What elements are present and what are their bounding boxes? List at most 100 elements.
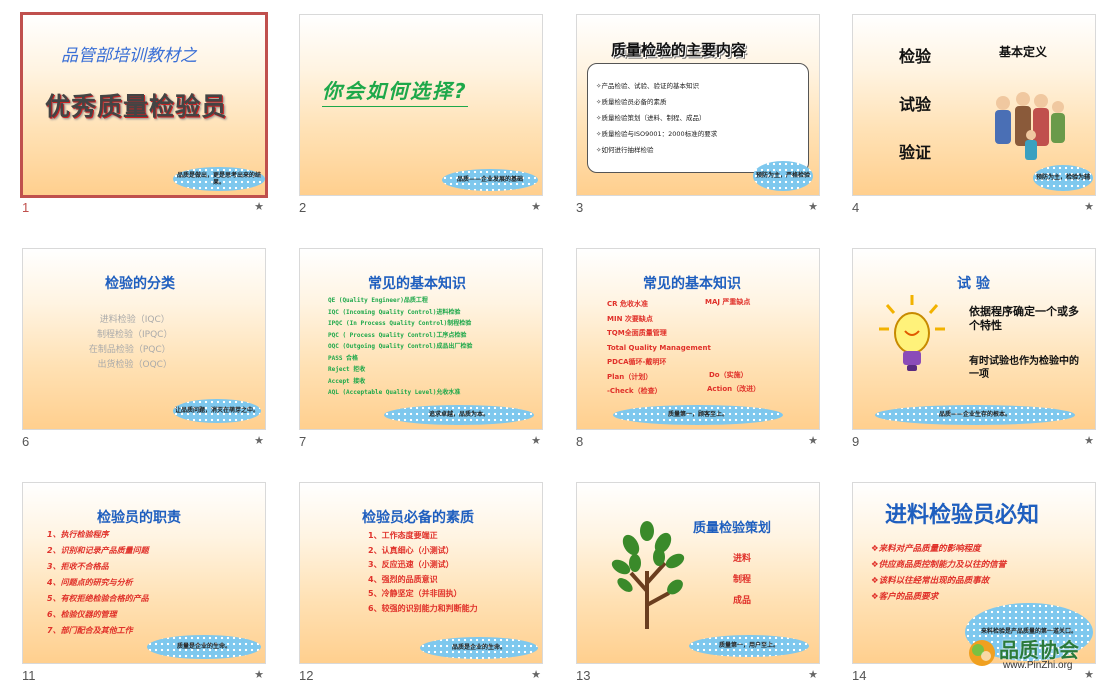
definition-text: 依据程序确定一个或多个特性 [969, 305, 1079, 332]
list-item: ✧质量检验与ISO9001：2000标准的要求 [596, 130, 718, 138]
slide-thumbnail-11[interactable]: 检验员的职责 1、执行检验程序 2、识别和记录产品质量问题 3、拒收不合格品 4… [22, 482, 266, 683]
slide-thumbnail-8[interactable]: 常见的基本知识 CR 危收水准 MIN 次要缺点 TQM全面质量管理 Total… [576, 248, 820, 449]
star-icon[interactable]: ★ [808, 434, 818, 447]
slide-canvas: 质量检验策划 进料 制程 成品 质量第一，用户至上。 [576, 482, 820, 664]
slide-number: 7 [299, 434, 307, 449]
cloud-callout: 让品质问题，消灭在萌芽之中。 [173, 399, 261, 423]
list-item: ✧如何进行抽样检验 [596, 146, 654, 154]
list-item: 制程检验（IPQC） [97, 330, 173, 340]
list-item: MIN 次要缺点 [607, 314, 653, 323]
list-item: OQC (Outgoing Quality Control)成品出厂检验 [328, 343, 473, 350]
slide-number: 9 [852, 434, 860, 449]
slide-thumbnail-4[interactable]: 检验 试验 验证 基本定义 预防为主，检验为辅 4 ★ [852, 14, 1096, 215]
slide-canvas: 常见的基本知识 QE (Quality Engineer)品质工程 IQC (I… [299, 248, 543, 430]
star-icon[interactable]: ★ [808, 668, 818, 681]
list-item: ✧质量检验策划（进料、制程、成品） [596, 114, 706, 122]
list-item: Do（实施） [709, 371, 748, 379]
slide-canvas: 品管部培训教材之 优秀质量检验员 品质是做出，更是思考出来的结果。 [20, 12, 268, 198]
list-item: IPQC (In Process Quality Control)制程检验 [328, 320, 472, 327]
cloud-callout: 质量是企业的生命。 [147, 635, 261, 659]
list-item: CR 危收水准 [607, 300, 648, 308]
slide-thumbnail-6[interactable]: 检验的分类 进料检验（IQC） 制程检验（IPQC） 在制品检验（PQC） 出货… [22, 248, 266, 449]
watermark-logo-icon [969, 640, 995, 666]
slide-number: 1 [22, 200, 30, 215]
slide-title: 常见的基本知识 [643, 276, 741, 292]
list-item: ❖来料对产品质量的影响程度 [871, 544, 981, 554]
slide-heading: 基本定义 [999, 45, 1048, 59]
star-icon[interactable]: ★ [254, 434, 264, 447]
list-item: 2、认真细心（小测试） [368, 545, 454, 555]
slide-thumbnail-1[interactable]: 品管部培训教材之 优秀质量检验员 品质是做出，更是思考出来的结果。 1 ★ [20, 12, 268, 215]
list-item: 进料 [733, 554, 752, 564]
list-item: 出货检验（OQC） [97, 360, 172, 370]
star-icon[interactable]: ★ [1084, 200, 1094, 213]
list-item: 5、有权拒绝检验合格的产品 [47, 594, 149, 603]
list-item: 6、检验仪器的管理 [47, 610, 117, 619]
slide-number: 2 [299, 200, 307, 215]
slide-thumbnail-13[interactable]: 质量检验策划 进料 制程 成品 质量第一，用户至上。 13 ★ [576, 482, 820, 683]
slide-canvas: 检验员必备的素质 1、工作态度要端正 2、认真细心（小测试） 3、反应迅速（小测… [299, 482, 543, 664]
slide-number: 4 [852, 200, 860, 215]
list-item: QE (Quality Engineer)品质工程 [328, 297, 428, 304]
list-item: AQL (Acceptable Quality Level)允收水准 [328, 389, 461, 396]
list-item: Action（改进） [707, 385, 761, 393]
list-item: 制程 [733, 575, 752, 585]
list-item: 1、工作态度要端正 [368, 531, 438, 540]
list-item: Reject 拒收 [328, 366, 366, 373]
watermark: 品质协会 www.PinZhi.org [967, 632, 1097, 676]
slide-thumbnail-2[interactable]: 你会如何选择? 品质——企业发展的基础 2 ★ [299, 14, 543, 215]
star-icon[interactable]: ★ [531, 200, 541, 213]
watermark-url: www.PinZhi.org [1003, 660, 1073, 671]
list-item: 2、识别和记录产品质量问题 [47, 546, 149, 555]
list-item: 4、强烈的品质意识 [368, 574, 438, 584]
list-item: MAJ 严重缺点 [705, 298, 751, 306]
star-icon[interactable]: ★ [254, 668, 264, 681]
slide-title: 质量检验的主要内容 [611, 41, 747, 59]
definition-word: 试验 [899, 95, 932, 114]
slide-subtitle: 优秀质量检验员 [45, 92, 228, 121]
cloud-callout: 预防为主，检验为辅 [1033, 165, 1093, 191]
star-icon[interactable]: ★ [531, 668, 541, 681]
tree-icon [611, 521, 685, 629]
list-item: 4、问题点的研究与分析 [47, 578, 133, 587]
list-item: ✧产品检验、试验、验证的基本知识 [596, 82, 699, 90]
slide-title: 常见的基本知识 [368, 276, 466, 292]
cloud-callout: 预防为主，严格检验 [753, 161, 813, 191]
slide-canvas: 你会如何选择? 品质——企业发展的基础 [299, 14, 543, 196]
star-icon[interactable]: ★ [1084, 434, 1094, 447]
people-group-icon [995, 92, 1065, 160]
definition-word: 验证 [899, 143, 932, 162]
slide-thumbnail-12[interactable]: 检验员必备的素质 1、工作态度要端正 2、认真细心（小测试） 3、反应迅速（小测… [299, 482, 543, 683]
list-item: 6、较强的识别能力和判断能力 [368, 603, 478, 613]
list-item: 3、拒收不合格品 [47, 562, 109, 571]
star-icon[interactable]: ★ [808, 200, 818, 213]
list-item: -Check（检查） [607, 387, 662, 395]
list-item: PDCA循环-戴明环 [607, 358, 667, 366]
slide-title: 检验员必备的素质 [362, 510, 474, 526]
cloud-callout: 品质——企业发展的基础 [442, 169, 538, 191]
slide-canvas: 试 验 依据程序确定一个或多个特性 有时试验也作为检验中的一项 品质——企业生存… [852, 248, 1096, 430]
slide-thumbnail-9[interactable]: 试 验 依据程序确定一个或多个特性 有时试验也作为检验中的一项 品质——企业生存… [852, 248, 1096, 449]
list-item: Total Quality Management [607, 343, 711, 352]
slide-title: 进料检验员必知 [885, 503, 1040, 528]
list-item: ❖供应商品质控制能力及以往的信誉 [871, 560, 1007, 570]
cloud-callout: 质量第一，用户至上。 [689, 635, 809, 657]
slide-thumbnail-7[interactable]: 常见的基本知识 QE (Quality Engineer)品质工程 IQC (I… [299, 248, 543, 449]
list-item: 成品 [733, 596, 752, 606]
slide-title: 品管部培训教材之 [61, 46, 197, 66]
slide-title: 试 验 [957, 276, 990, 292]
list-item: Plan（计划） [607, 372, 653, 381]
slide-title: 你会如何选择? [322, 75, 468, 107]
list-item: ❖该料以往经常出现的品质事故 [871, 576, 990, 586]
cloud-callout: 品质是做出，更是思考出来的结果。 [173, 167, 265, 191]
cloud-callout: 品质——企业生存的根本。 [875, 405, 1075, 425]
slide-number: 6 [22, 434, 30, 449]
slide-canvas: 质量检验的主要内容 ✧产品检验、试验、验证的基本知识 ✧质量检验员必备的素质 ✧… [576, 14, 820, 196]
slide-number: 8 [576, 434, 584, 449]
list-item: IQC (Incoming Quality Control)进料检验 [328, 308, 461, 316]
star-icon[interactable]: ★ [254, 200, 264, 213]
cloud-callout: 品质是企业的生命。 [420, 637, 538, 659]
slide-thumbnail-3[interactable]: 质量检验的主要内容 ✧产品检验、试验、验证的基本知识 ✧质量检验员必备的素质 ✧… [576, 14, 820, 215]
star-icon[interactable]: ★ [531, 434, 541, 447]
slide-title: 质量检验策划 [693, 521, 772, 536]
